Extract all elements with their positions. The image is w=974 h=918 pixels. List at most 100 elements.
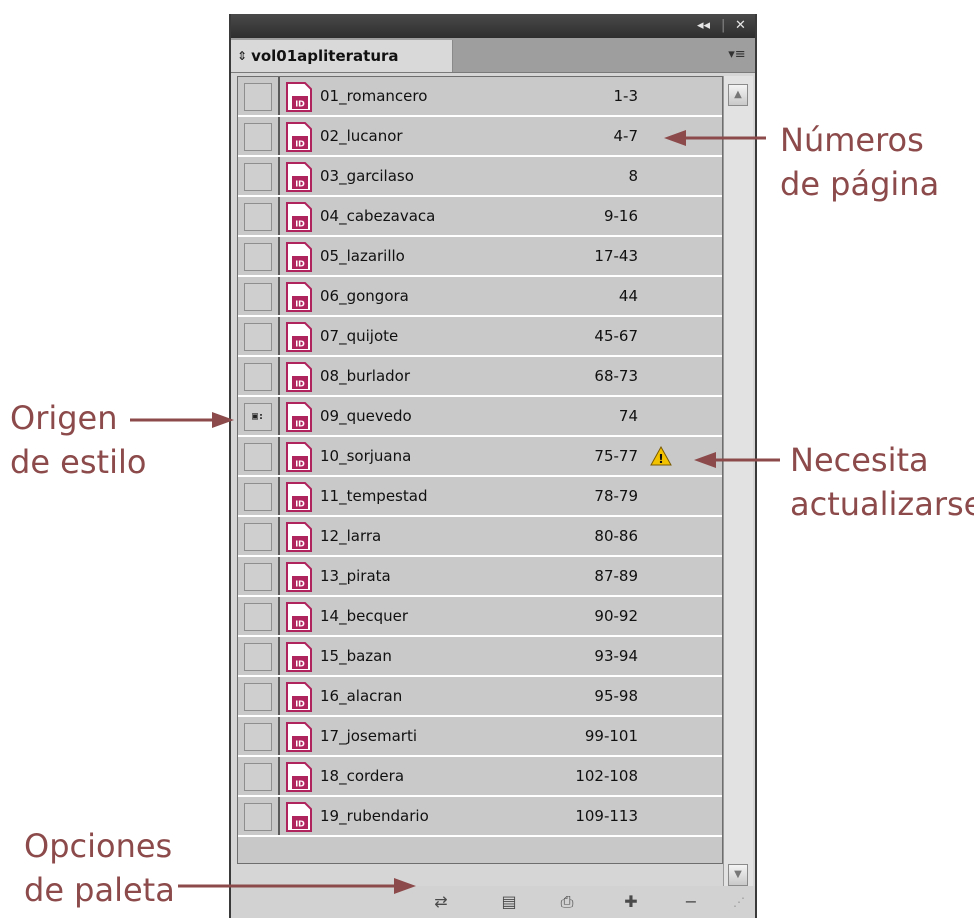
document-name: 14_becquer: [320, 607, 409, 625]
style-source-box[interactable]: [244, 123, 272, 151]
page-range: 90-92: [594, 607, 638, 625]
doc-icon-label: ID: [295, 660, 305, 669]
document-row[interactable]: ID 03_garcilaso 8: [238, 157, 722, 197]
indesign-document-icon: ID: [286, 122, 312, 152]
doc-icon-label: ID: [295, 180, 305, 189]
document-row[interactable]: ID 17_josemarti 99-101: [238, 717, 722, 757]
document-name: 16_alacran: [320, 687, 403, 705]
style-source-box[interactable]: [244, 563, 272, 591]
style-source-box[interactable]: [244, 763, 272, 791]
row-divider: [278, 797, 280, 835]
print-book-icon[interactable]: ⎙: [555, 891, 579, 913]
document-name: 06_gongora: [320, 287, 409, 305]
page-range: 95-98: [594, 687, 638, 705]
document-row[interactable]: ID 08_burlador 68-73: [238, 357, 722, 397]
scrollbar[interactable]: ▲ ▼: [723, 76, 753, 896]
document-row[interactable]: ID 19_rubendario 109-113: [238, 797, 722, 837]
indesign-document-icon: ID: [286, 682, 312, 712]
doc-icon-label: ID: [295, 740, 305, 749]
document-row[interactable]: ID 15_bazan 93-94: [238, 637, 722, 677]
document-name: 13_pirata: [320, 567, 391, 585]
tab-strip: ⇕ vol01apliteratura ▾≡: [231, 38, 755, 73]
style-source-indicator[interactable]: ▣:: [244, 403, 272, 431]
document-row[interactable]: ID 11_tempestad 78-79: [238, 477, 722, 517]
annotation-page-numbers: Números de página: [780, 118, 939, 206]
page-range: 9-16: [603, 207, 638, 225]
style-source-box[interactable]: [244, 283, 272, 311]
indesign-document-icon: ID: [286, 522, 312, 552]
document-row[interactable]: ID 06_gongora 44: [238, 277, 722, 317]
arrow-palette-options: [178, 878, 416, 894]
document-name: 15_bazan: [320, 647, 392, 665]
doc-icon-label: ID: [295, 700, 305, 709]
style-source-box[interactable]: [244, 643, 272, 671]
document-row[interactable]: ID 05_lazarillo 17-43: [238, 237, 722, 277]
close-panel-button[interactable]: ✕: [735, 17, 746, 35]
page-range: 80-86: [594, 527, 638, 545]
svg-text:!: !: [658, 452, 663, 466]
synchronize-styles-icon[interactable]: ⇄: [429, 891, 453, 913]
document-name: 10_sorjuana: [320, 447, 412, 465]
scroll-up-button[interactable]: ▲: [728, 84, 748, 106]
page-range: 1-3: [613, 87, 639, 105]
document-name: 01_romancero: [320, 87, 428, 105]
indesign-document-icon: ID: [286, 442, 312, 472]
style-source-box[interactable]: [244, 603, 272, 631]
style-source-box[interactable]: [244, 203, 272, 231]
page-range: 17-43: [594, 247, 638, 265]
document-row[interactable]: ▣: ID 09_quevedo 74: [238, 397, 722, 437]
style-source-box[interactable]: [244, 83, 272, 111]
annotation-palette-options-line1: Opciones: [24, 827, 173, 865]
style-source-box[interactable]: [244, 443, 272, 471]
style-source-box[interactable]: [244, 523, 272, 551]
document-row[interactable]: ID 04_cabezavaca 9-16: [238, 197, 722, 237]
document-row[interactable]: ID 02_lucanor 4-7: [238, 117, 722, 157]
page-range: 109-113: [575, 807, 638, 825]
document-row[interactable]: ID 14_becquer 90-92: [238, 597, 722, 637]
document-name: 09_quevedo: [320, 407, 412, 425]
document-name: 02_lucanor: [320, 127, 403, 145]
annotation-page-numbers-line1: Números: [780, 121, 924, 159]
row-divider: [278, 517, 280, 555]
indesign-document-icon: ID: [286, 802, 312, 832]
annotation-style-source: Origen de estilo: [10, 396, 146, 484]
style-source-box[interactable]: [244, 723, 272, 751]
save-book-icon[interactable]: ▤: [497, 891, 521, 913]
document-name: 08_burlador: [320, 367, 411, 385]
row-divider: [278, 477, 280, 515]
indesign-document-icon: ID: [286, 762, 312, 792]
indesign-document-icon: ID: [286, 242, 312, 272]
tab-book[interactable]: ⇕ vol01apliteratura: [231, 40, 453, 72]
document-row[interactable]: ID 16_alacran 95-98: [238, 677, 722, 717]
page-range: 102-108: [575, 767, 638, 785]
document-row[interactable]: ID 18_cordera 102-108: [238, 757, 722, 797]
doc-icon-label: ID: [295, 500, 305, 509]
style-source-box[interactable]: [244, 163, 272, 191]
document-name: 05_lazarillo: [320, 247, 405, 265]
page-range: 99-101: [584, 727, 638, 745]
style-source-box[interactable]: [244, 803, 272, 831]
style-source-box[interactable]: [244, 483, 272, 511]
page-range: 45-67: [594, 327, 638, 345]
document-row[interactable]: ID 12_larra 80-86: [238, 517, 722, 557]
doc-icon-label: ID: [295, 460, 305, 469]
page-range: 74: [618, 407, 638, 425]
document-row[interactable]: ID 13_pirata 87-89: [238, 557, 722, 597]
style-source-box[interactable]: [244, 683, 272, 711]
document-row[interactable]: ID 07_quijote 45-67: [238, 317, 722, 357]
panel-menu-button[interactable]: ▾≡: [727, 46, 747, 64]
document-row[interactable]: ID 10_sorjuana 75-77!: [238, 437, 722, 477]
warning-icon[interactable]: !: [650, 446, 672, 466]
remove-document-icon[interactable]: −: [679, 891, 703, 913]
indesign-document-icon: ID: [286, 362, 312, 392]
scroll-down-button[interactable]: ▼: [728, 864, 748, 886]
collapse-panel-button[interactable]: ◂◂: [697, 17, 710, 35]
document-row[interactable]: ID 01_romancero 1-3: [238, 77, 722, 117]
resize-grip-icon[interactable]: ⋰: [727, 891, 751, 913]
style-source-box[interactable]: [244, 323, 272, 351]
style-source-box[interactable]: [244, 363, 272, 391]
book-panel: ◂◂ | ✕ ⇕ vol01apliteratura ▾≡ ID 01_roman…: [229, 14, 757, 918]
doc-icon-label: ID: [295, 780, 305, 789]
add-document-icon[interactable]: ✚: [619, 891, 643, 913]
style-source-box[interactable]: [244, 243, 272, 271]
